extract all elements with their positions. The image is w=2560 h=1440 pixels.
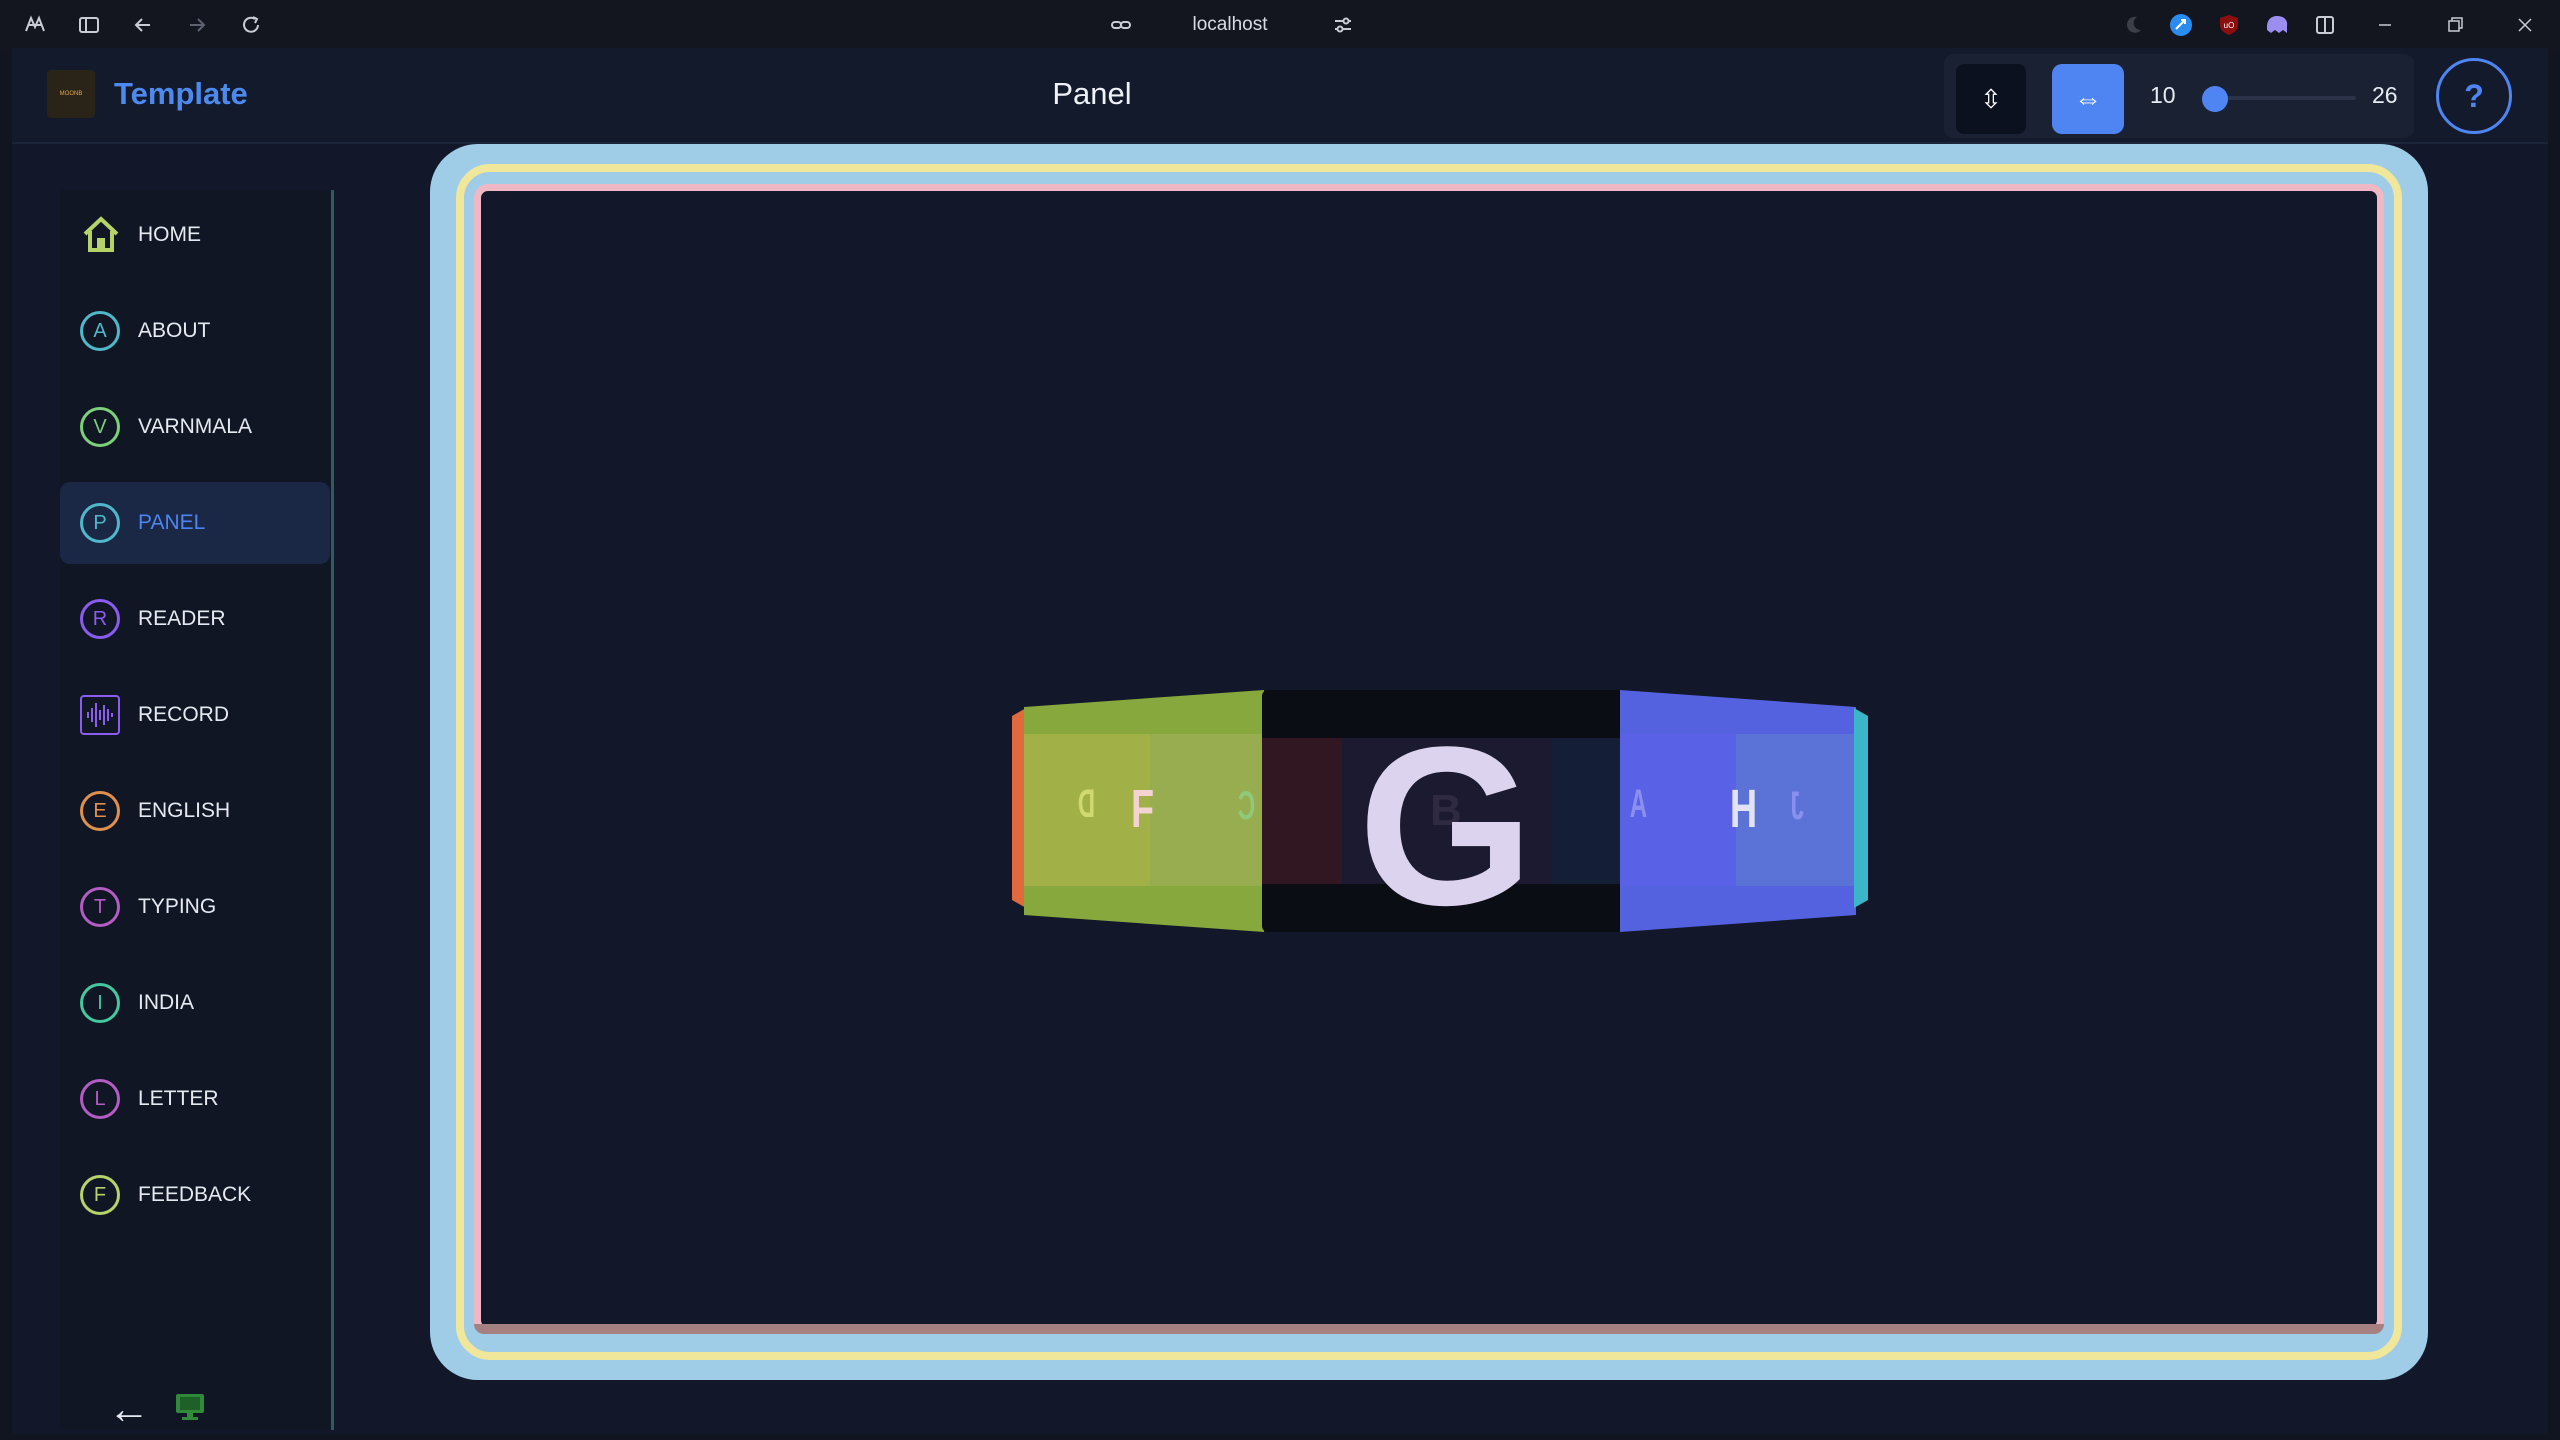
- sidebar-item-typing[interactable]: T TYPING: [60, 866, 330, 948]
- sidebar-item-reader[interactable]: R READER: [60, 578, 330, 660]
- sidebar-badge-icon: F: [80, 1175, 120, 1215]
- sidebar-item-panel[interactable]: P PANEL: [60, 482, 330, 564]
- help-button[interactable]: ?: [2436, 58, 2512, 134]
- ublock-icon[interactable]: uO: [2216, 12, 2242, 38]
- panel-far-right: [1854, 708, 1868, 908]
- tune-icon[interactable]: [1330, 12, 1356, 38]
- app-window: MOONB Template Panel ⇳ ⇔ 10 26 ? ← HOME A…: [12, 48, 2548, 1434]
- url-text[interactable]: localhost: [1180, 0, 1280, 50]
- sidebar-item-varnmala[interactable]: V VARNMALA: [60, 386, 330, 468]
- sidebar-item-label: TYPING: [138, 895, 217, 918]
- sidebar-item-label: VARNMALA: [138, 415, 252, 438]
- sidebar-badge-icon: T: [80, 887, 120, 927]
- sidebar-item-label: READER: [138, 607, 226, 630]
- letter-right-3: J: [1790, 784, 1804, 828]
- sidebar-item-label: LETTER: [138, 1087, 219, 1110]
- link-icon[interactable]: [1108, 12, 1134, 38]
- orientation-controls: ⇳ ⇔ 10 26: [1944, 54, 2414, 138]
- sidebar-item-label: PANEL: [138, 511, 206, 534]
- horizontal-arrows-icon: ⇔: [2074, 83, 2102, 114]
- slider-min-value: 10: [2150, 82, 2176, 108]
- back-icon[interactable]: [130, 12, 156, 38]
- slider-thumb[interactable]: [2202, 86, 2228, 112]
- panel-count-slider[interactable]: [2202, 86, 2356, 112]
- letter-right-1: A: [1629, 782, 1648, 826]
- panel-left[interactable]: D F C: [1024, 690, 1264, 932]
- monitor-icon[interactable]: [175, 1393, 205, 1421]
- sidebar-badge-icon: R: [80, 599, 120, 639]
- sidebar-item-letter[interactable]: L LETTER: [60, 1058, 330, 1140]
- close-icon[interactable]: [2512, 12, 2538, 38]
- stage-canvas-shadow: [474, 1324, 2384, 1334]
- home-icon: [80, 214, 122, 254]
- sidebar-badge-icon: V: [80, 407, 120, 447]
- slider-max-value: 26: [2372, 82, 2398, 108]
- sidebar-badge-icon: P: [80, 503, 120, 543]
- browser-toolbar: localhost uO: [0, 0, 2560, 50]
- reload-icon[interactable]: [238, 12, 264, 38]
- sidebar: ← HOME A ABOUT V VARNMALA P PANEL R READER RECORD…: [60, 190, 334, 1433]
- letter-carousel[interactable]: D F C B G A H J: [1012, 690, 1868, 932]
- panel-right[interactable]: A H J: [1620, 690, 1856, 932]
- sidebar-item-label: ENGLISH: [138, 799, 231, 822]
- letter-left-1: D: [1077, 782, 1096, 826]
- sidebar-item-india[interactable]: I INDIA: [60, 962, 330, 1044]
- waveform-icon: [80, 695, 120, 735]
- sidebar-item-label: RECORD: [138, 703, 230, 726]
- moon-icon[interactable]: [2120, 12, 2146, 38]
- sidebar-item-label: HOME: [138, 223, 201, 246]
- sidebar-item-feedback[interactable]: F FEEDBACK: [60, 1154, 330, 1236]
- help-label: ?: [2464, 77, 2484, 114]
- sidebar-item-label: ABOUT: [138, 319, 211, 342]
- sidebar-toggle-icon[interactable]: [76, 12, 102, 38]
- sidebar-badge-icon: I: [80, 983, 120, 1023]
- panel-far-left: [1012, 708, 1026, 908]
- app-logo[interactable]: MOONB: [47, 70, 95, 118]
- collapse-sidebar-button[interactable]: ←: [108, 1385, 150, 1433]
- app-name[interactable]: Template: [114, 76, 248, 112]
- panel-center[interactable]: B G: [1262, 690, 1624, 932]
- sidebar-item-record[interactable]: RECORD: [60, 674, 330, 756]
- letter-right-2: H: [1729, 779, 1758, 839]
- page-title: Panel: [1052, 76, 1132, 111]
- sidebar-item-label: INDIA: [138, 991, 195, 1014]
- split-view-icon[interactable]: [2312, 12, 2338, 38]
- extension-icon[interactable]: [2168, 12, 2194, 38]
- app-header: MOONB Template Panel ⇳ ⇔ 10 26 ?: [12, 48, 2548, 144]
- horizontal-mode-button[interactable]: ⇔: [2052, 64, 2124, 134]
- letter-left-2: F: [1130, 779, 1155, 839]
- sidebar-badge-icon: E: [80, 791, 120, 831]
- sidebar-badge-icon: A: [80, 311, 120, 351]
- letter-current: G: [1358, 699, 1534, 932]
- sidebar-item-home[interactable]: HOME: [60, 194, 330, 276]
- forward-icon[interactable]: [184, 12, 210, 38]
- sidebar-item-about[interactable]: A ABOUT: [60, 290, 330, 372]
- vertical-mode-button[interactable]: ⇳: [1956, 64, 2026, 134]
- vertical-arrows-icon: ⇳: [1980, 83, 2002, 114]
- minimize-icon[interactable]: [2372, 12, 2398, 38]
- sidebar-item-label: FEEDBACK: [138, 1183, 252, 1206]
- restore-icon[interactable]: [2442, 12, 2468, 38]
- logo-text: MOONB: [59, 91, 83, 97]
- svg-text:uO: uO: [2224, 21, 2235, 30]
- ghost-icon[interactable]: [2264, 12, 2290, 38]
- browser-logo-icon[interactable]: [22, 12, 48, 38]
- sidebar-badge-icon: L: [80, 1079, 120, 1119]
- sidebar-item-english[interactable]: E ENGLISH: [60, 770, 330, 852]
- letter-left-3: C: [1237, 784, 1256, 828]
